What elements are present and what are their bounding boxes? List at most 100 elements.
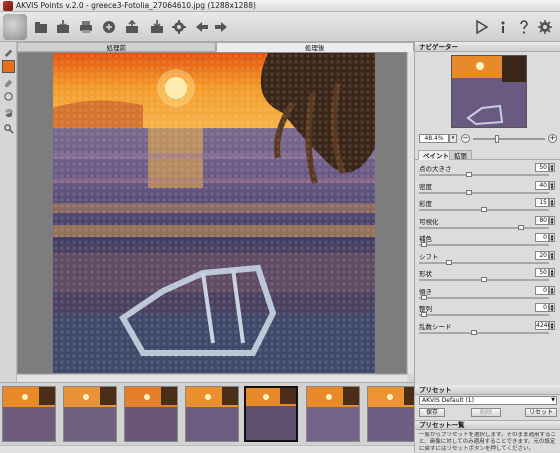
- param-value-input[interactable]: 0: [535, 285, 549, 295]
- thumbnail-7[interactable]: [367, 386, 421, 442]
- param-label: 可視化: [419, 217, 439, 226]
- thumbnail-2[interactable]: [63, 386, 117, 442]
- preset-thumbnail-strip: [0, 382, 421, 453]
- thumbnail-5-selected[interactable]: [244, 386, 298, 442]
- param-spinner[interactable]: ▲ ▼: [549, 268, 555, 277]
- upload-icon[interactable]: [148, 18, 166, 36]
- undo-arrow-icon[interactable]: [193, 18, 211, 36]
- param-slider-track[interactable]: [419, 261, 549, 264]
- param-spinner[interactable]: ▲ ▼: [549, 303, 555, 312]
- akvis-logo: [3, 14, 27, 40]
- param-value-input[interactable]: 0: [535, 233, 549, 242]
- param-spinner[interactable]: ▲ ▼: [549, 250, 555, 260]
- save-preset-button[interactable]: 保存: [419, 408, 445, 417]
- param-value-input[interactable]: 20: [535, 250, 549, 260]
- param-slider-knob[interactable]: [446, 259, 453, 265]
- delete-preset-button[interactable]: 削除: [471, 408, 501, 417]
- param-spinner[interactable]: ▲ ▼: [549, 180, 555, 190]
- info-icon[interactable]: [494, 18, 512, 36]
- brush-tool-icon[interactable]: [2, 45, 15, 58]
- hand-icon[interactable]: [2, 106, 15, 119]
- param-row: 形状 50 ▲ ▼: [419, 268, 559, 284]
- param-value-input[interactable]: 4244: [535, 320, 551, 330]
- color-swatch[interactable]: [2, 60, 15, 73]
- share-icon[interactable]: [100, 18, 118, 36]
- preset-select-value: AKVIS Default (1): [422, 397, 474, 404]
- help-icon[interactable]: [515, 18, 533, 36]
- param-slider-knob[interactable]: [518, 224, 525, 230]
- param-label: 点の大きさ: [419, 165, 452, 173]
- param-spinner[interactable]: ▲ ▼: [549, 233, 555, 242]
- param-value-input[interactable]: 15: [535, 198, 549, 207]
- tab-after[interactable]: 処理後: [215, 42, 414, 52]
- tab-before[interactable]: 処理前: [17, 42, 216, 52]
- settings-gear-icon[interactable]: [170, 18, 188, 36]
- reset-preset-button[interactable]: リセット: [525, 408, 557, 417]
- param-slider-track[interactable]: [419, 314, 549, 316]
- right-panel: ナビゲーター 48.4% ▾ − + ペイント 拡張 プリセット AKVIS D…: [414, 42, 560, 452]
- param-slider-track[interactable]: [419, 174, 549, 176]
- param-value-input[interactable]: 80: [535, 215, 549, 225]
- param-slider-knob[interactable]: [466, 189, 473, 195]
- zoom-slider-thumb[interactable]: [495, 135, 499, 143]
- param-row: 整列 0 ▲ ▼: [419, 303, 559, 319]
- thumbnail-6[interactable]: [306, 386, 360, 442]
- save-icon[interactable]: [54, 18, 72, 36]
- thumbnail-4[interactable]: [185, 386, 239, 442]
- navigator-header[interactable]: ナビゲーター: [415, 42, 560, 52]
- navigator-preview[interactable]: [451, 55, 527, 128]
- preset-header[interactable]: プリセット: [415, 385, 560, 395]
- window-title: AKVIS Points v.2.0 - greece3-Fotolia_270…: [16, 1, 256, 10]
- redo-arrow-icon[interactable]: [212, 18, 230, 36]
- param-value-input[interactable]: 40: [535, 180, 549, 190]
- param-spinner[interactable]: ▲ ▼: [549, 215, 555, 225]
- horizontal-scrollbar[interactable]: [17, 374, 407, 382]
- param-spinner[interactable]: ▲ ▼: [549, 163, 555, 172]
- history-brush-icon[interactable]: [2, 90, 15, 103]
- zoom-icon[interactable]: [2, 122, 15, 135]
- param-spinner[interactable]: ▲ ▼: [549, 285, 555, 295]
- param-row: 彩度 15 ▲ ▼: [419, 198, 559, 214]
- param-slider-knob[interactable]: [421, 242, 428, 247]
- param-spinner[interactable]: ▲ ▼: [549, 198, 555, 207]
- param-slider-knob[interactable]: [481, 277, 487, 282]
- print-icon[interactable]: [77, 18, 95, 36]
- settings-tabs: ペイント 拡張: [415, 150, 560, 160]
- param-slider-knob[interactable]: [421, 294, 428, 300]
- zoom-dropdown[interactable]: ▾: [449, 134, 457, 143]
- param-value-input[interactable]: 50: [535, 163, 549, 172]
- eraser-icon[interactable]: [2, 76, 15, 89]
- vertical-scrollbar[interactable]: [407, 52, 414, 374]
- param-value-input[interactable]: 0: [535, 303, 549, 312]
- zoom-slider-track[interactable]: [473, 138, 545, 140]
- tab-canvas[interactable]: 拡張: [449, 150, 472, 160]
- param-slider-knob[interactable]: [481, 207, 487, 212]
- param-row: 点の大きさ 50 ▲ ▼: [419, 163, 559, 179]
- param-slider-track[interactable]: [419, 226, 549, 229]
- param-spinner[interactable]: ▲ ▼: [549, 320, 555, 330]
- param-slider-track[interactable]: [419, 244, 549, 246]
- param-slider-knob[interactable]: [466, 172, 473, 177]
- zoom-value[interactable]: 48.4%: [419, 134, 449, 143]
- thumbnail-3[interactable]: [124, 386, 178, 442]
- batch-icon[interactable]: [123, 18, 141, 36]
- param-row: 補色 0 ▲ ▼: [419, 233, 559, 249]
- param-row: シフト 20 ▲ ▼: [419, 250, 559, 267]
- open-icon[interactable]: [32, 18, 50, 36]
- image-stage: [17, 52, 407, 374]
- thumbnail-1[interactable]: [2, 386, 56, 442]
- zoom-in-button[interactable]: +: [548, 134, 557, 143]
- param-slider-track[interactable]: [419, 296, 549, 299]
- param-slider-track[interactable]: [419, 331, 549, 334]
- preset-list-header[interactable]: プリセット一覧: [415, 420, 560, 430]
- param-slider-knob[interactable]: [471, 329, 478, 335]
- param-slider-knob[interactable]: [421, 312, 428, 317]
- processed-photo[interactable]: [53, 53, 375, 373]
- run-play-icon[interactable]: [472, 18, 490, 36]
- param-slider-track[interactable]: [419, 191, 549, 194]
- zoom-out-button[interactable]: −: [461, 134, 470, 143]
- preferences-gear-icon[interactable]: [536, 18, 554, 36]
- param-value-input[interactable]: 50: [535, 268, 549, 277]
- param-row: 密度 40 ▲ ▼: [419, 180, 559, 197]
- preset-select[interactable]: AKVIS Default (1) ▼: [419, 396, 557, 405]
